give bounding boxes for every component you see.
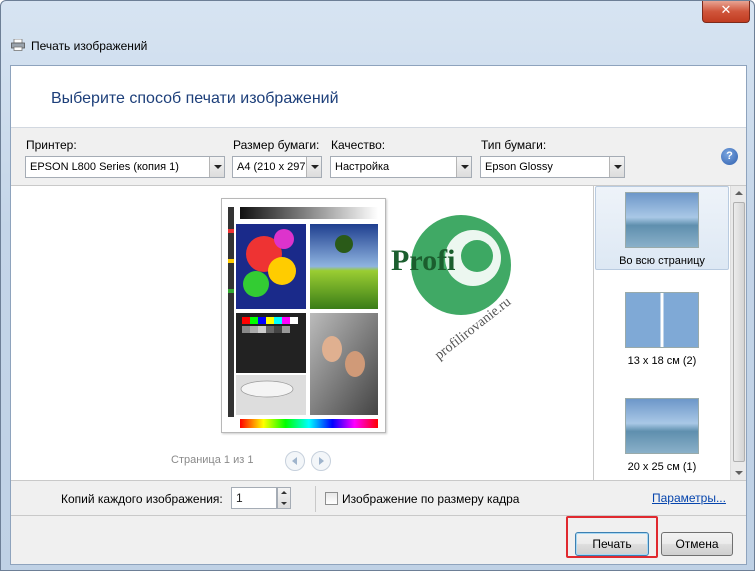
print-settings-bar: Принтер: EPSON L800 Series (копия 1) Раз… [11,128,746,186]
dialog-footer: Печать Отмена [11,516,746,564]
copies-label: Копий каждого изображения: [61,492,223,506]
page-counter: Страница 1 из 1 [171,454,254,466]
paper-type-label: Тип бумаги: [481,138,547,152]
profi-watermark: Profi profilirovanie.ru [391,215,514,363]
paper-size-label: Размер бумаги: [233,138,320,152]
paper-type-select[interactable]: Epson Glossy [480,156,625,178]
previous-page-button[interactable] [285,451,305,471]
page-title: Выберите способ печати изображений [51,90,339,107]
copies-stepper[interactable] [277,487,291,509]
parameters-link[interactable]: Параметры... [652,491,726,505]
cancel-button[interactable]: Отмена [661,532,733,556]
scroll-up-icon[interactable] [735,191,743,195]
layout-scrollbar[interactable] [730,186,746,480]
layout-item-label: 20 x 25 см (1) [627,461,697,473]
layout-item-13x18[interactable]: 13 x 18 см (2) [595,290,729,374]
dialog-header: Выберите способ печати изображений [11,66,746,128]
printer-select-value: EPSON L800 Series (копия 1) [30,161,179,173]
chevron-down-icon [209,157,224,177]
print-pictures-window: ✕ Печать изображений Выберите способ печ… [0,0,755,571]
paper-type-select-value: Epson Glossy [485,161,553,173]
layout-thumbnail [625,192,699,248]
window-close-button[interactable]: ✕ [702,1,750,23]
close-icon: ✕ [720,3,732,18]
paper-size-select[interactable]: A4 (210 x 297 [232,156,322,178]
next-page-button[interactable] [311,451,331,471]
printer-icon [11,39,25,51]
layout-item-20x25[interactable]: 20 x 25 см (1) [595,396,729,480]
options-divider [315,486,316,512]
layout-thumbnail [625,398,699,454]
layout-item-full-page[interactable]: Во всю страницу [595,186,729,270]
paper-size-select-value: A4 (210 x 297 [237,161,306,173]
layout-item-label: 13 x 18 см (2) [627,355,697,367]
copies-input[interactable]: 1 [231,487,277,509]
layout-thumbnail [625,292,699,348]
scroll-thumb[interactable] [733,202,745,462]
help-icon[interactable]: ? [721,148,738,165]
printer-select[interactable]: EPSON L800 Series (копия 1) [25,156,225,178]
layout-list: Во всю страницу 13 x 18 см (2) 20 x 25 с… [595,186,746,480]
chevron-down-icon [456,157,471,177]
quality-select[interactable]: Настройка [330,156,472,178]
print-options-bar: Копий каждого изображения: 1 Изображение… [11,480,746,516]
window-title: Печать изображений [31,39,148,53]
page-preview [221,198,386,433]
dialog-client: Выберите способ печати изображений Принт… [10,65,747,565]
chevron-down-icon [609,157,624,177]
test-print-image [222,199,385,432]
chevron-down-icon [306,157,321,177]
printer-label: Принтер: [26,138,77,152]
watermark-brand: Profi [391,244,455,277]
quality-select-value: Настройка [335,161,390,173]
quality-label: Качество: [331,138,386,152]
print-button[interactable]: Печать [575,532,649,556]
fit-to-frame-checkbox[interactable] [325,492,338,505]
fit-to-frame-label: Изображение по размеру кадра [342,492,520,506]
layout-item-label: Во всю страницу [619,255,705,267]
scroll-down-icon[interactable] [735,471,743,475]
